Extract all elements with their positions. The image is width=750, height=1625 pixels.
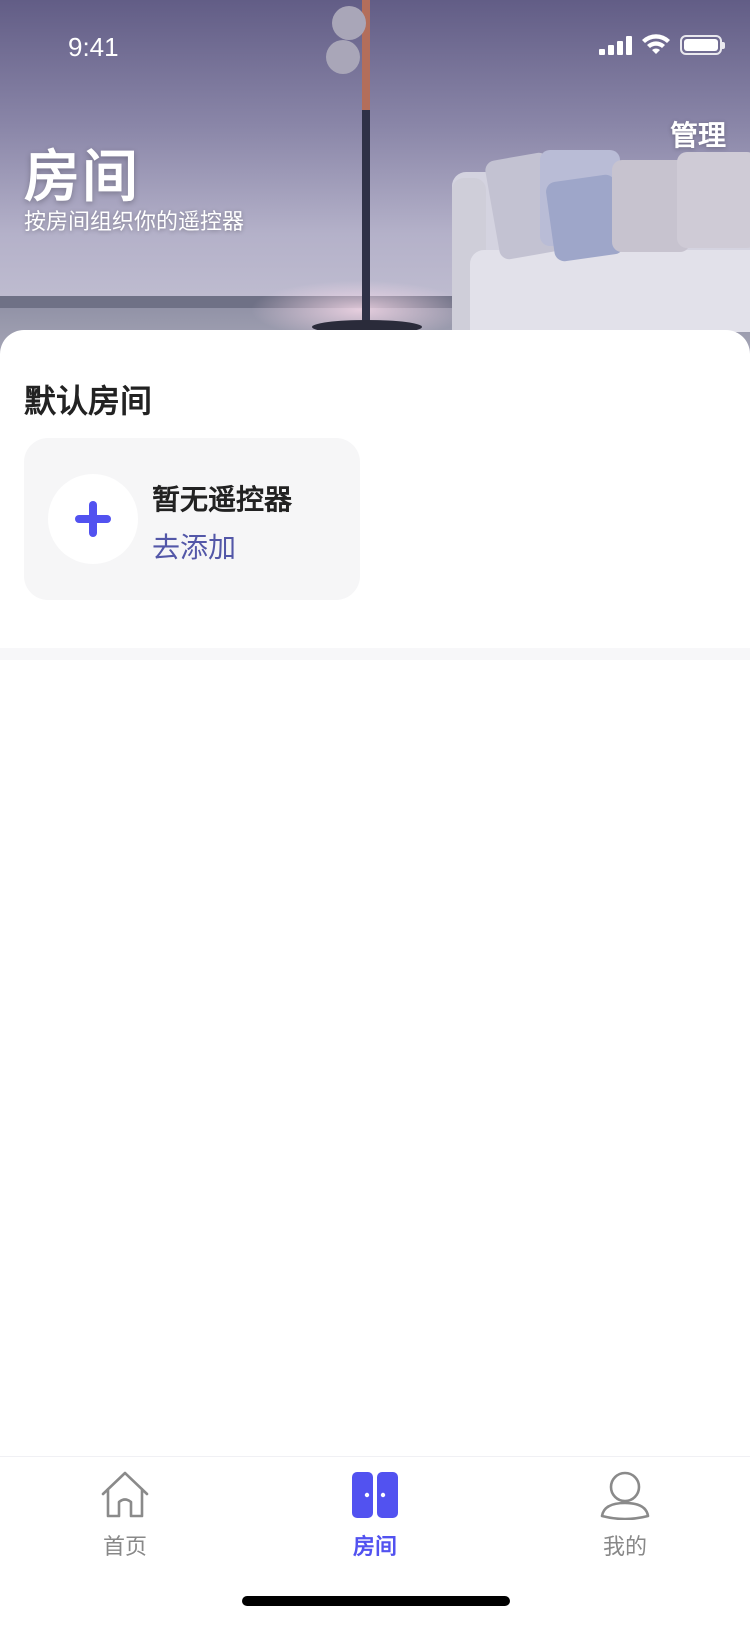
tab-home[interactable]: 首页 (45, 1467, 205, 1567)
tab-me-label: 我的 (602, 1535, 647, 1560)
empty-remote-card[interactable]: 暂无遥控器 去添加 (24, 438, 360, 600)
page-title: 房间 (24, 145, 140, 210)
tab-rooms[interactable]: 房间 (295, 1467, 455, 1567)
status-time: 9:41 (68, 32, 119, 62)
tab-me[interactable]: 我的 (545, 1467, 705, 1567)
add-remote-button[interactable] (48, 474, 138, 564)
sofa-seat (470, 250, 750, 332)
sofa-illustration (452, 150, 750, 332)
cellular-signal-icon (599, 35, 632, 55)
section-divider (0, 648, 750, 660)
empty-card-title: 暂无遥控器 (152, 483, 293, 516)
manage-button[interactable]: 管理 (670, 114, 726, 154)
room-section-title: 默认房间 (24, 382, 153, 420)
room-icon (352, 1472, 398, 1518)
sofa-pillow (677, 152, 750, 248)
tab-rooms-label: 房间 (352, 1535, 397, 1560)
plus-icon (75, 501, 111, 537)
add-remote-link[interactable]: 去添加 (152, 526, 236, 566)
status-icons (599, 34, 725, 56)
home-icon (101, 1471, 149, 1518)
battery-icon (680, 35, 725, 55)
room-section: 默认房间 暂无遥控器 去添加 (0, 330, 750, 650)
page-subtitle: 按房间组织你的遥控器 (24, 210, 245, 235)
wifi-icon (642, 34, 670, 54)
home-indicator (242, 1596, 510, 1606)
status-bar: 9:41 (0, 0, 750, 88)
profile-icon (600, 1471, 650, 1520)
tab-home-label: 首页 (102, 1535, 147, 1560)
